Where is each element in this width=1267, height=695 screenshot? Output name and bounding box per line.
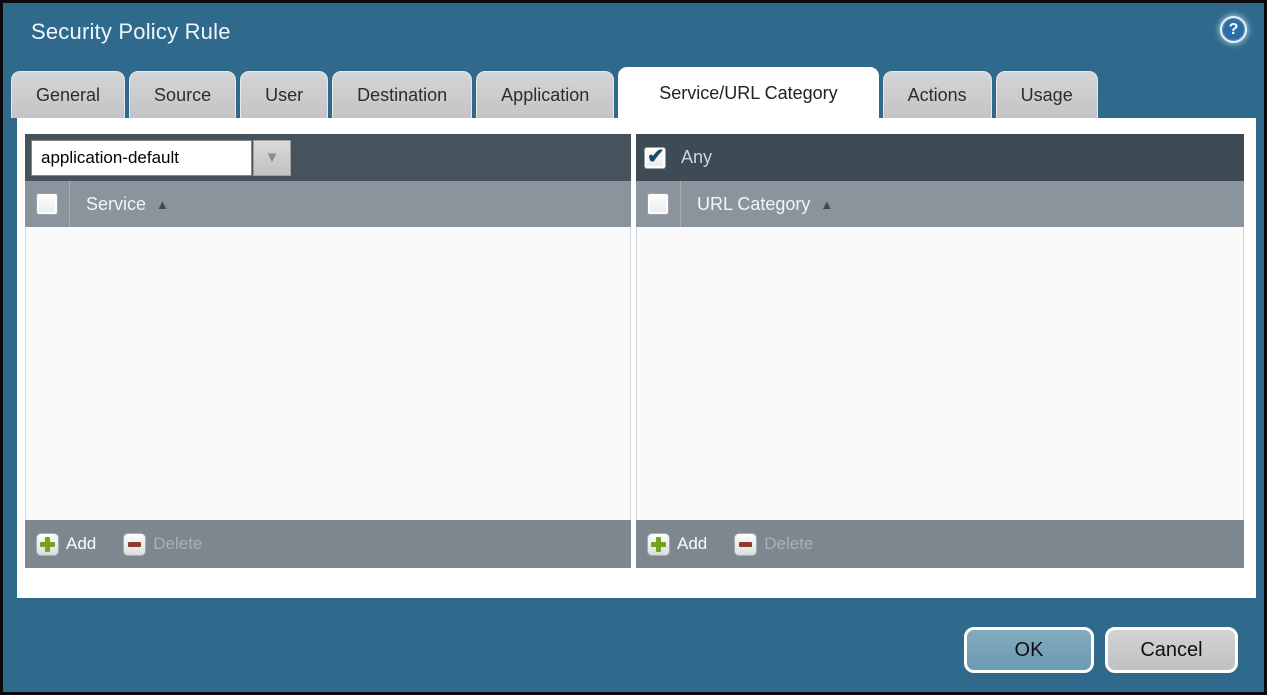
service-type-dropdown[interactable]: application-default xyxy=(31,140,252,176)
service-panel: application-default ▼ Service ▲ Add Dele… xyxy=(25,134,631,568)
service-footer: Add Delete xyxy=(25,520,631,568)
sort-ascending-icon[interactable]: ▲ xyxy=(820,197,833,212)
tab-application[interactable]: Application xyxy=(476,71,614,118)
service-list[interactable] xyxy=(25,227,631,520)
url-category-select-all-cell xyxy=(636,181,681,227)
chevron-down-icon[interactable]: ▼ xyxy=(253,140,291,176)
cancel-button[interactable]: Cancel xyxy=(1105,627,1238,673)
tab-actions[interactable]: Actions xyxy=(883,71,992,118)
sort-ascending-icon[interactable]: ▲ xyxy=(156,197,169,212)
url-category-delete-button[interactable]: Delete xyxy=(734,533,813,556)
minus-icon xyxy=(734,533,757,556)
url-category-select-all-checkbox[interactable] xyxy=(647,193,669,215)
url-category-panel: Any URL Category ▲ Add Delete xyxy=(636,134,1244,568)
service-add-button[interactable]: Add xyxy=(36,533,96,556)
service-select-all-checkbox[interactable] xyxy=(36,193,58,215)
tab-source[interactable]: Source xyxy=(129,71,236,118)
any-label: Any xyxy=(681,147,712,168)
url-category-add-button[interactable]: Add xyxy=(647,533,707,556)
url-category-column-label[interactable]: URL Category xyxy=(697,194,810,215)
tab-strip: General Source User Destination Applicat… xyxy=(11,67,1256,118)
service-column-label[interactable]: Service xyxy=(86,194,146,215)
url-category-footer: Add Delete xyxy=(636,520,1244,568)
dialog-title: Security Policy Rule xyxy=(31,19,231,45)
title-bar: Security Policy Rule ? xyxy=(3,3,1264,65)
help-icon[interactable]: ? xyxy=(1220,16,1247,43)
tab-service-url-category[interactable]: Service/URL Category xyxy=(618,67,878,118)
plus-icon xyxy=(647,533,670,556)
ok-button[interactable]: OK xyxy=(964,627,1094,673)
tab-destination[interactable]: Destination xyxy=(332,71,472,118)
tab-usage[interactable]: Usage xyxy=(996,71,1098,118)
url-category-list[interactable] xyxy=(636,227,1244,520)
service-column-header: Service ▲ xyxy=(25,181,631,227)
minus-icon xyxy=(123,533,146,556)
service-select-all-cell xyxy=(25,181,70,227)
service-toolbar: application-default ▼ xyxy=(25,134,631,181)
security-policy-rule-dialog: Security Policy Rule ? General Source Us… xyxy=(0,0,1267,695)
tab-general[interactable]: General xyxy=(11,71,125,118)
tab-content-area: application-default ▼ Service ▲ Add Dele… xyxy=(17,118,1256,598)
url-category-toolbar: Any xyxy=(636,134,1244,181)
service-delete-button[interactable]: Delete xyxy=(123,533,202,556)
any-checkbox[interactable] xyxy=(644,147,666,169)
url-category-column-header: URL Category ▲ xyxy=(636,181,1244,227)
tab-user[interactable]: User xyxy=(240,71,328,118)
plus-icon xyxy=(36,533,59,556)
